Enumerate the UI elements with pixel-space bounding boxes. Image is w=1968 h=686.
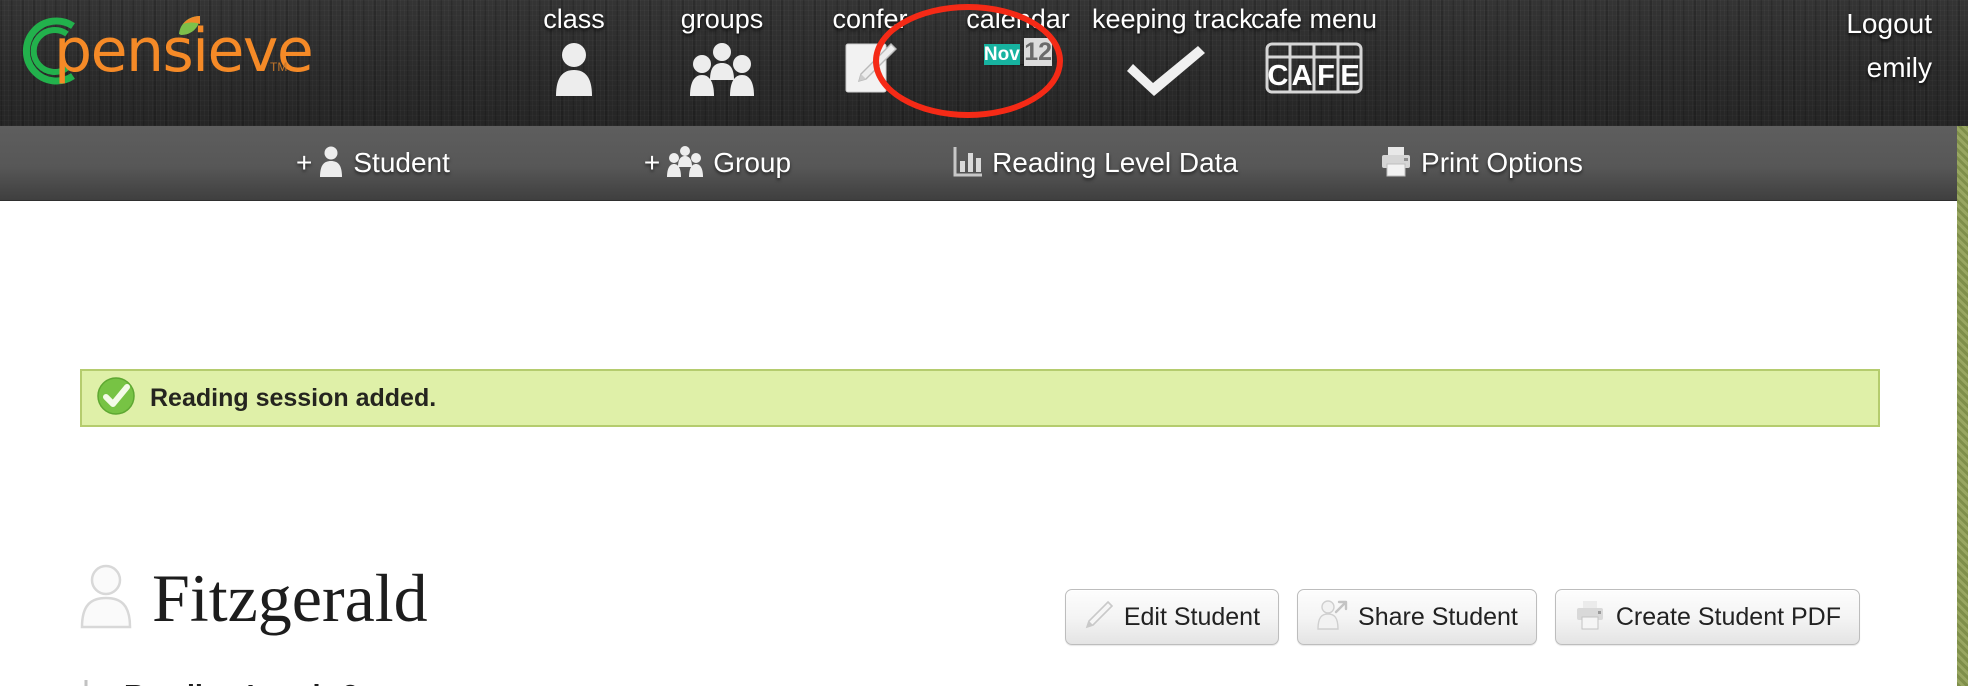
person-outline-icon [78,563,134,634]
main-nav: class groups confer calendar Nov 12 keep… [500,0,1388,126]
create-student-pdf-label: Create Student PDF [1615,602,1841,631]
nav-label-groups: groups [680,4,764,34]
printer-icon [1574,600,1606,635]
person-icon [500,40,648,100]
reading-level-value: 3 [342,680,358,686]
nav-item-calendar[interactable]: calendar Nov 12 [944,0,1092,68]
action-toolbar: + Student + Group Reading Level Data Pri… [0,126,1968,201]
nav-label-cafe-menu: cafe menu [1250,4,1378,34]
print-options-label: Print Options [1421,147,1583,178]
edit-student-label: Edit Student [1123,602,1261,631]
pencil-icon [1084,600,1114,635]
checkmark-icon [1092,40,1240,100]
success-alert-message: Reading session added. [150,383,437,412]
share-student-button[interactable]: Share Student [1297,589,1537,645]
share-person-icon [1316,599,1348,635]
page-title: Fitzgerald [152,560,428,636]
add-group-button[interactable]: + Group [644,145,791,182]
student-header: Fitzgerald [78,561,428,635]
app-root: pensieve TM class groups confer calendar… [0,0,1968,686]
nav-item-keeping-track[interactable]: keeping track [1092,0,1253,100]
calendar-day: 12 [1024,38,1053,66]
nav-label-keeping-track: keeping track [1092,4,1253,34]
add-group-icon [666,145,704,182]
svg-text:C: C [1268,60,1289,92]
green-check-circle-icon [96,376,136,421]
svg-text:E: E [1340,60,1359,92]
cafe-grid-icon: C A F E [1240,40,1388,100]
main-content: Reading session added. Fitzgerald Edit S… [0,201,1968,686]
add-student-plus: + [296,147,313,178]
student-actions: Edit Student Share Student Create Studen… [1064,589,1860,645]
bar-chart-icon [953,145,983,182]
calendar-month: Nov [983,44,1020,65]
nav-item-class[interactable]: class [500,0,648,100]
reading-level-label: Reading Level: [124,680,330,686]
reading-level-row: Reading Level: 3 [84,679,358,686]
page-edge-strip [1957,126,1968,686]
bar-chart-icon [84,679,112,686]
nav-item-cafe-menu[interactable]: cafe menu C A F E [1240,0,1388,100]
add-student-label: Student [353,147,450,178]
reading-level-data-label: Reading Level Data [992,147,1239,178]
nav-label-confer: confer [832,4,908,34]
printer-icon [1380,145,1412,182]
brand-logo[interactable]: pensieve TM [8,8,314,94]
nav-label-class: class [543,4,605,34]
people-group-icon [648,40,796,100]
svg-text:F: F [1317,60,1335,92]
create-student-pdf-button[interactable]: Create Student PDF [1554,589,1860,645]
leaf-icon [179,16,200,35]
logo-trademark: TM [270,60,288,74]
add-group-plus: + [643,147,661,178]
nav-item-confer[interactable]: confer [796,0,944,100]
svg-text:A: A [1292,60,1313,92]
reading-level-data-button[interactable]: Reading Level Data [953,145,1238,182]
add-group-label: Group [713,147,792,178]
calendar-icon: Nov 12 [983,38,1053,66]
account-username[interactable]: emily [1672,46,1932,90]
nav-item-groups[interactable]: groups [648,0,796,100]
edit-student-button[interactable]: Edit Student [1064,589,1280,645]
add-student-button[interactable]: + Student [296,145,450,182]
logout-link[interactable]: Logout [1672,2,1932,46]
print-options-button[interactable]: Print Options [1380,145,1583,182]
nav-label-calendar: calendar [966,4,1070,34]
account-area: Logout emily [1672,0,1932,90]
note-pencil-icon [796,40,944,100]
success-alert: Reading session added. [80,369,1880,427]
top-header: pensieve TM class groups confer calendar… [0,0,1968,126]
share-student-label: Share Student [1358,602,1518,631]
add-person-icon [318,145,344,182]
